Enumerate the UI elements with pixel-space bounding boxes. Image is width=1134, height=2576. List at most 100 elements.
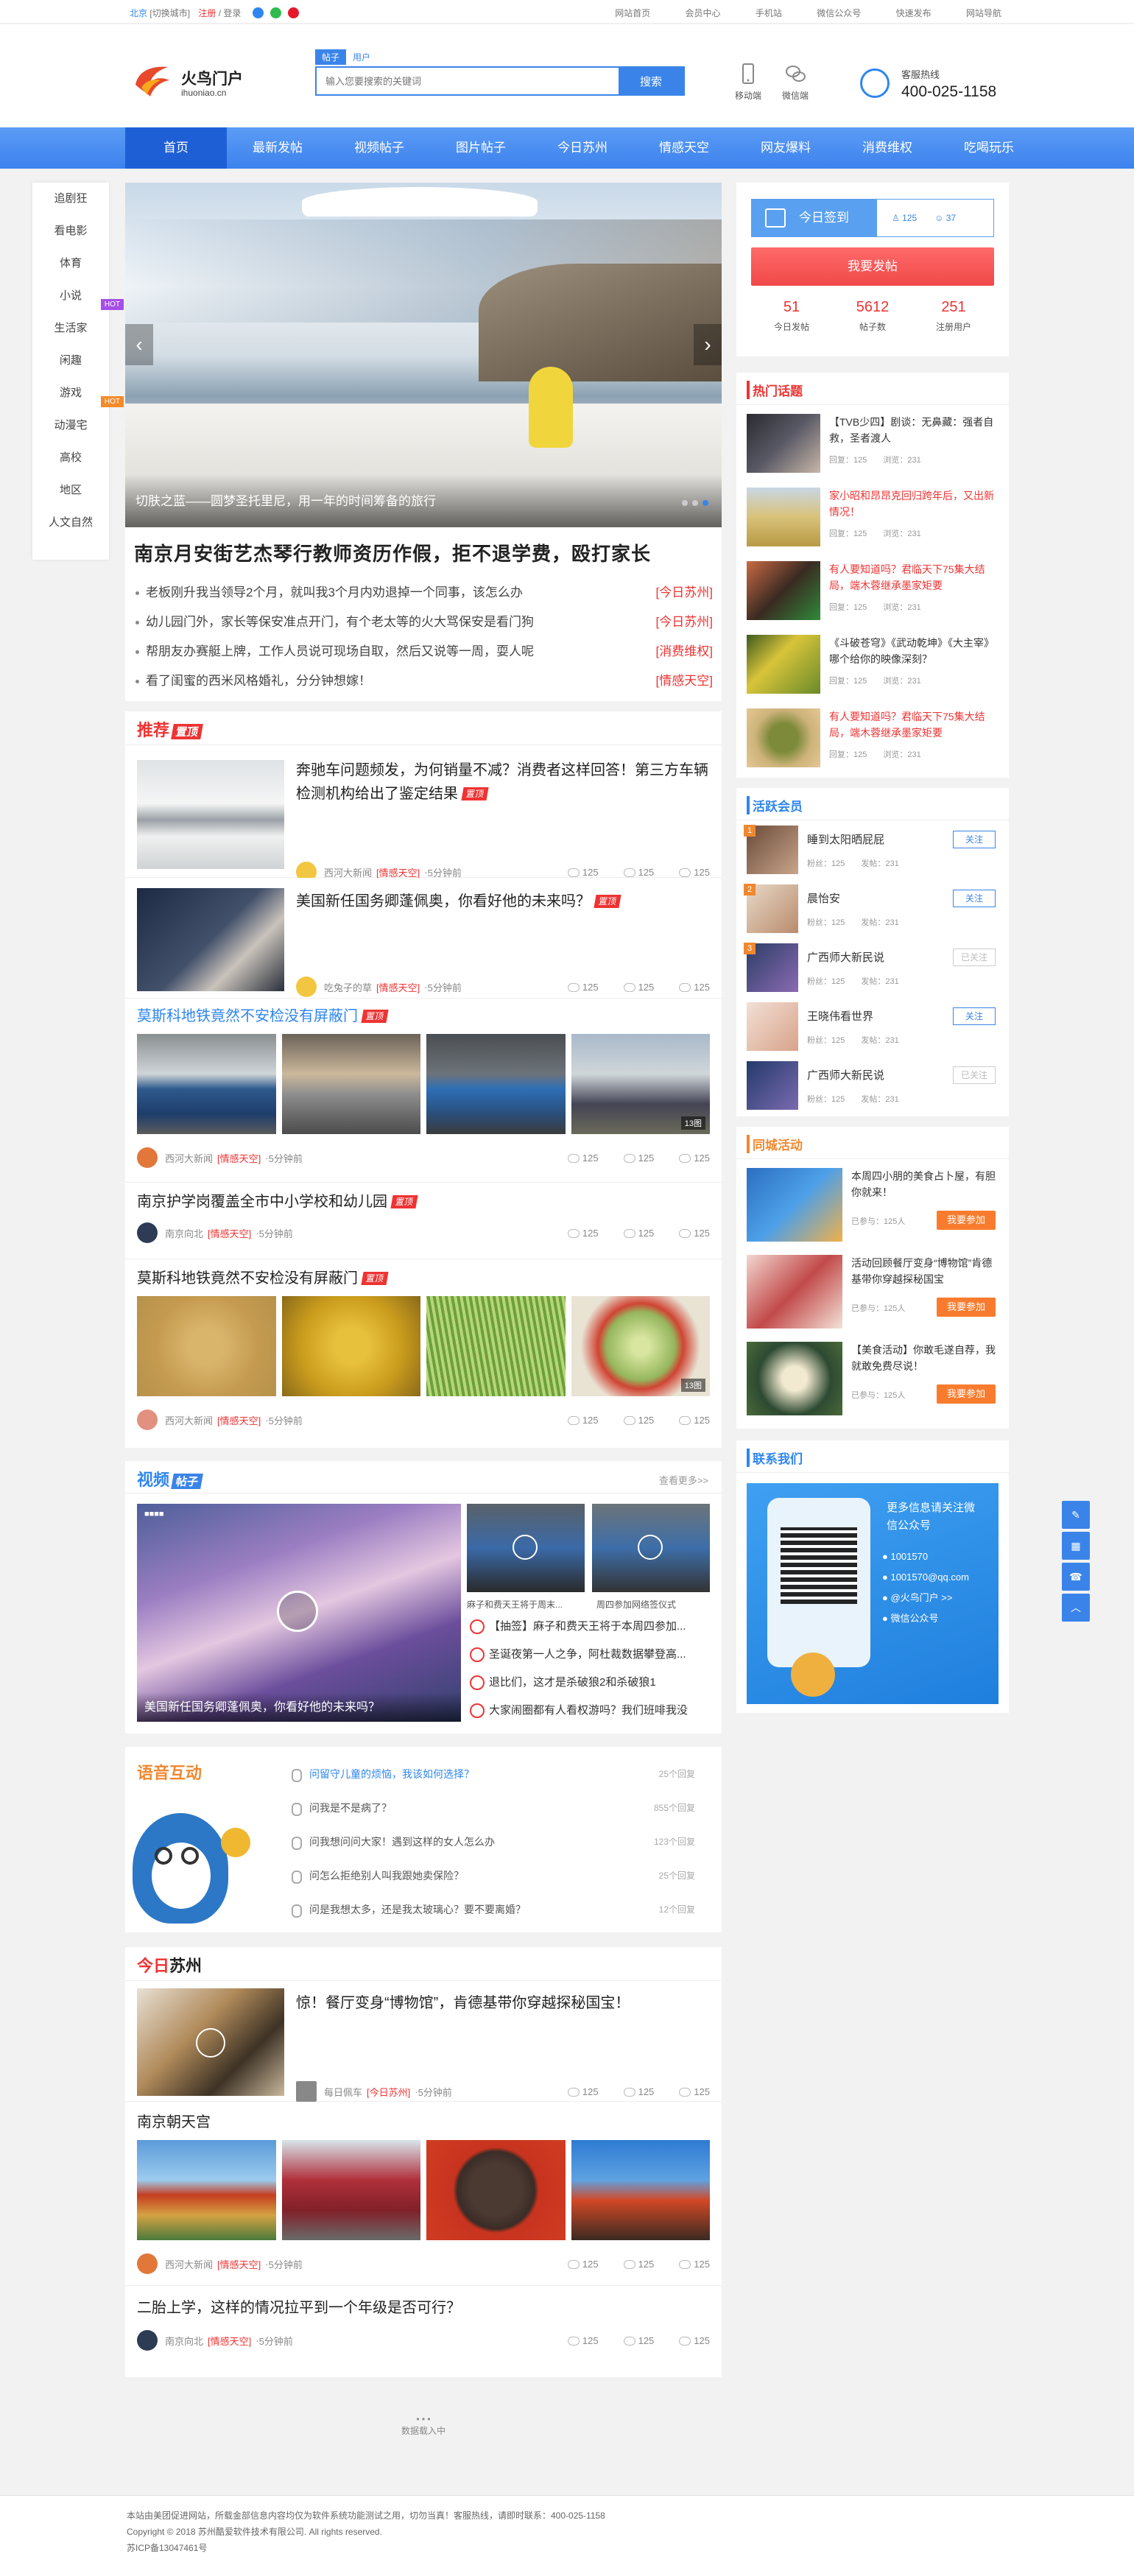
- wechat-entry[interactable]: 微信端: [773, 63, 817, 102]
- headline-item-tag[interactable]: [今日苏州]: [656, 608, 713, 637]
- quick-post-link[interactable]: 快速发布: [896, 8, 932, 18]
- back-to-top-button[interactable]: ︿: [1062, 1594, 1090, 1622]
- join-button[interactable]: 我要参加: [937, 1298, 996, 1317]
- contact-weibo[interactable]: @火鸟门户 >>: [890, 1592, 952, 1603]
- mobile-site-link[interactable]: 手机站: [756, 8, 782, 18]
- category-tag[interactable]: [情感天空]: [217, 2257, 261, 2271]
- video-main-player[interactable]: 美国新任国务卿蓬佩奥，你看好他的未来吗？ ■■■■: [137, 1504, 461, 1722]
- sidebar-item[interactable]: 人文自然: [32, 507, 109, 539]
- search-tab-posts[interactable]: 帖子: [315, 49, 347, 65]
- sidebar-item[interactable]: 高校: [32, 442, 109, 474]
- signin-button[interactable]: 今日签到: [752, 200, 877, 236]
- hot-topic-item[interactable]: 《斗破苍穹》《武动乾坤》《大主宰》哪个给你的映像深刻？ 回复：125 浏览：231: [736, 626, 1009, 700]
- float-service-button[interactable]: ☎: [1062, 1563, 1090, 1591]
- category-tag[interactable]: [情感天空]: [208, 2334, 251, 2348]
- switch-city-link[interactable]: [切换城市]: [149, 8, 190, 18]
- sidebar-item[interactable]: 游戏 HOT: [32, 377, 124, 409]
- headline-item-tag[interactable]: [情感天空]: [656, 666, 713, 696]
- home-link[interactable]: 网站首页: [615, 8, 650, 18]
- nav-emotion[interactable]: 情感天空: [633, 127, 735, 169]
- category-tag[interactable]: [今日苏州]: [367, 2085, 410, 2099]
- article-item[interactable]: 南京朝天宫 西河大新闻 [情感天空] · 5分钟前 125 125 125: [125, 2102, 722, 2286]
- member-item[interactable]: 3 广西师大新民说 粉丝：125 发帖：231 已关注: [736, 938, 1009, 997]
- video-list-item[interactable]: 【抽签】麻子和费天王将于本周四参加...: [467, 1613, 710, 1641]
- voice-question[interactable]: 问我是不是病了？ 855个回复: [275, 1791, 710, 1825]
- video-thumb[interactable]: [467, 1504, 585, 1592]
- search-button[interactable]: 搜索: [619, 68, 683, 94]
- nav-food[interactable]: 吃喝玩乐: [938, 127, 1040, 169]
- hot-topic-item[interactable]: 【TVB少四】剧谈：无鼻藏：强者自救，圣者渡人 回复：125 浏览：231: [736, 405, 1009, 479]
- headline-item[interactable]: 幼儿园门外，家长等保安准点开门，有个老太等的火大骂保安是看门狗 [今日苏州]: [134, 608, 713, 637]
- followed-button[interactable]: 已关注: [953, 1066, 996, 1084]
- sidebar-item[interactable]: 动漫宅: [32, 409, 109, 442]
- category-tag[interactable]: [情感天空]: [208, 1226, 251, 1240]
- member-item[interactable]: 王晓伟看世界 粉丝：125 发帖：231 关注: [736, 997, 1009, 1056]
- banner-dots[interactable]: [677, 496, 708, 508]
- category-tag[interactable]: [情感天空]: [217, 1151, 261, 1165]
- hot-topic-item[interactable]: 有人要知道吗？君临天下75集大结局，端木蓉继承墨家矩要 回复：125 浏览：231: [736, 552, 1009, 626]
- video-list-item[interactable]: 大家闹圈都有人看权游吗？我们班啡我没: [467, 1697, 710, 1725]
- article-item[interactable]: 美国新任国务卿蓬佩奥，你看好他的未来吗？ 置顶 吃兔子的草 [情感天空] · 5分钟前 …: [125, 878, 722, 999]
- hot-topic-item[interactable]: 家小昭和昂昂克回归跨年后，又出新情况！ 回复：125 浏览：231: [736, 479, 1009, 552]
- sidebar-item[interactable]: 闲趣: [32, 345, 109, 377]
- headline-item[interactable]: 老板刚升我当领导2个月，就叫我3个月内劝退掉一个同事，该怎么办 [今日苏州]: [134, 578, 713, 608]
- search-tab-users[interactable]: 用户: [346, 49, 377, 65]
- weibo-login-icon[interactable]: [288, 7, 300, 18]
- video-more-link[interactable]: 查看更多>>: [659, 1473, 708, 1487]
- float-qr-button[interactable]: ▦: [1062, 1532, 1090, 1560]
- nav-picture[interactable]: 图片帖子: [430, 127, 532, 169]
- headline-item-tag[interactable]: [今日苏州]: [656, 578, 713, 608]
- register-link[interactable]: 注册: [198, 8, 216, 18]
- sidebar-item[interactable]: 小说 HOT: [32, 280, 124, 312]
- banner-prev-button[interactable]: ‹: [125, 324, 153, 365]
- author-name[interactable]: 吃兔子的草: [324, 980, 372, 994]
- sidebar-item[interactable]: 看电影: [32, 215, 109, 247]
- author-name[interactable]: 西河大新闻: [165, 1151, 213, 1165]
- article-item[interactable]: 莫斯科地铁竟然不安检没有屏蔽门 置顶 13图 西河大新闻 [情感天空] · 5分钟前 1…: [125, 999, 722, 1183]
- video-thumb-title[interactable]: 周四参加网络签仪式: [596, 1598, 676, 1611]
- article-item[interactable]: 二胎上学，这样的情况拉平到一个年级是否可行？ 南京向北 [情感天空] · 5分钟前 1…: [125, 2286, 722, 2374]
- sidebar-item[interactable]: 地区: [32, 474, 109, 507]
- banner-next-button[interactable]: ›: [694, 324, 722, 365]
- login-link[interactable]: 登录: [223, 8, 241, 18]
- author-name[interactable]: 南京向北: [165, 2334, 203, 2348]
- voice-question[interactable]: 问是我想太多，还是我太玻璃心？要不要离婚？ 12个回复: [275, 1893, 710, 1926]
- nav-tipoff[interactable]: 网友爆料: [735, 127, 837, 169]
- nav-suzhou[interactable]: 今日苏州: [532, 127, 633, 169]
- article-item[interactable]: 奔驰车问题频发，为何销量不减？消费者这样回答！第三方车辆检测机构给出了鉴定结果置…: [125, 745, 722, 882]
- follow-button[interactable]: 关注: [953, 890, 996, 907]
- video-thumb-title[interactable]: 麻子和费天王将于周末...: [467, 1598, 585, 1611]
- new-post-button[interactable]: 我要发帖: [751, 247, 994, 286]
- follow-button[interactable]: 关注: [953, 1007, 996, 1025]
- join-button[interactable]: 我要参加: [937, 1384, 996, 1404]
- sidebar-item[interactable]: 追剧狂: [32, 183, 109, 215]
- headline-item[interactable]: 看了闺蜜的西米风格婚礼，分分钟想嫁！ [情感天空]: [134, 666, 713, 696]
- author-name[interactable]: 西河大新闻: [165, 2257, 213, 2271]
- video-list-item[interactable]: 退比们，这才是杀破狼2和杀破狼1: [467, 1669, 710, 1697]
- wechat-account-link[interactable]: 微信公众号: [817, 8, 861, 18]
- headline-item[interactable]: 帮朋友办赛艇上牌，工作人员说可现场自取，然后又说等一周，耍人呢 [消费维权]: [134, 637, 713, 666]
- author-name[interactable]: 西河大新闻: [165, 1413, 213, 1427]
- article-item[interactable]: 南京护学岗覆盖全市中小学校和幼儿园 置顶 南京向北 [情感天空] · 5分钟前 125 1…: [125, 1183, 722, 1259]
- activity-item[interactable]: 活动回顾餐厅变身“博物馆”肯德基带你穿越探秘国宝 已参与：125人 我要参加: [736, 1246, 1009, 1333]
- qq-login-icon[interactable]: [252, 7, 264, 18]
- member-item[interactable]: 1 睡到太阳晒屁屁 粉丝：125 发帖：231 关注: [736, 820, 1009, 879]
- category-tag[interactable]: [情感天空]: [376, 980, 420, 994]
- member-center-link[interactable]: 会员中心: [686, 8, 721, 18]
- voice-question[interactable]: 问我想问问大家！遇到这样的女人怎么办 123个回复: [275, 1825, 710, 1859]
- voice-question[interactable]: 问怎么拒绝别人叫我跟她卖保险？ 25个回复: [275, 1859, 710, 1893]
- category-tag[interactable]: [情感天空]: [217, 1413, 261, 1427]
- mobile-entry[interactable]: 移动端: [726, 63, 770, 102]
- video-list-item[interactable]: 圣诞夜第一人之争，阿杜裁数据攀登高...: [467, 1641, 710, 1669]
- footer-icp[interactable]: 苏ICP备13047461号: [127, 2540, 1007, 2556]
- float-post-button[interactable]: ✎: [1062, 1501, 1090, 1529]
- nav-video[interactable]: 视频帖子: [328, 127, 430, 169]
- video-page-dots[interactable]: ■■■■: [144, 1510, 164, 1518]
- activity-item[interactable]: 【美食活动】你敢毛遂自荐，我就敢免费尽说！ 已参与：125人 我要参加: [736, 1333, 1009, 1420]
- member-item[interactable]: 2 晨怡安 粉丝：125 发帖：231 关注: [736, 879, 1009, 938]
- member-item[interactable]: 广西师大新民说 粉丝：125 发帖：231 已关注: [736, 1056, 1009, 1115]
- article-item[interactable]: 莫斯科地铁竟然不安检没有屏蔽门 置顶 13图 西河大新闻 [情感天空] · 5分钟前 1…: [125, 1259, 722, 1448]
- video-thumb[interactable]: [592, 1504, 710, 1592]
- followed-button[interactable]: 已关注: [953, 949, 996, 966]
- banner-carousel[interactable]: 切肤之蓝——圆梦圣托里尼，用一年的时间筹备的旅行 ‹ ›: [125, 183, 722, 527]
